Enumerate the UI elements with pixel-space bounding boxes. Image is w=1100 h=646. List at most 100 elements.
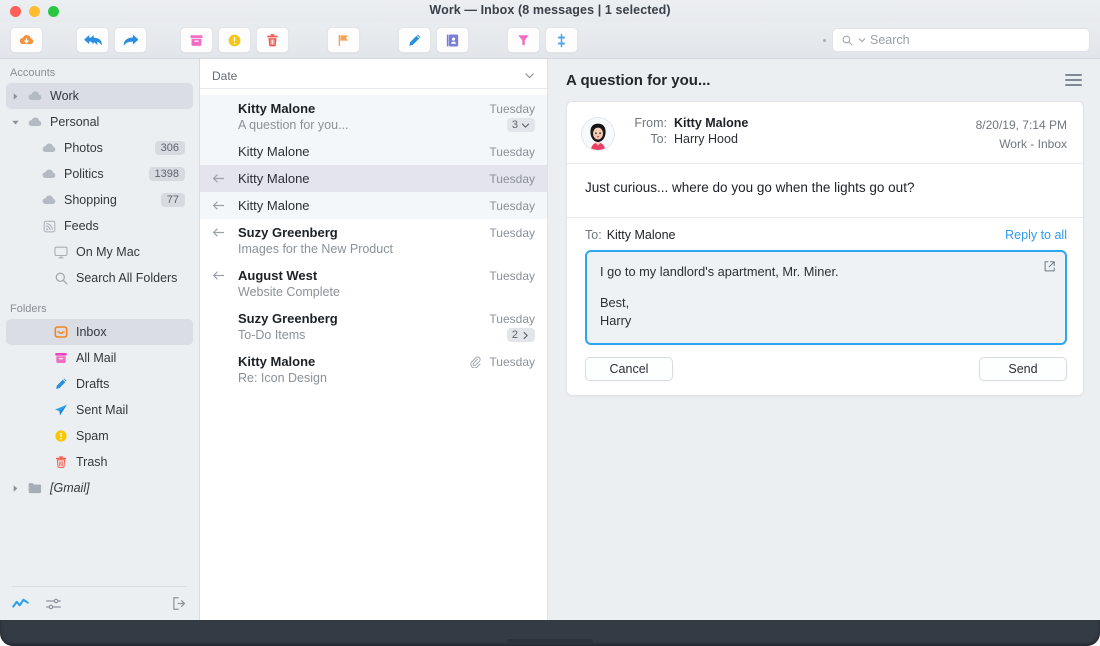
compose-button[interactable] bbox=[398, 27, 431, 53]
delete-button[interactable] bbox=[256, 27, 289, 53]
from-row: From: Kitty Malone bbox=[625, 116, 966, 130]
search-icon-wrap bbox=[50, 271, 72, 286]
get-mail-button[interactable] bbox=[10, 27, 43, 53]
reply-to-value[interactable]: Kitty Malone bbox=[607, 228, 1005, 242]
forward-button[interactable] bbox=[114, 27, 147, 53]
row-primary: August West Tuesday bbox=[212, 268, 535, 283]
settings-sliders-icon[interactable] bbox=[45, 597, 62, 611]
sidebar-item-label: Spam bbox=[76, 429, 109, 443]
archive-box-icon bbox=[190, 34, 203, 46]
sidebar-item-shopping[interactable]: Shopping 77 bbox=[6, 187, 193, 213]
sender-name: August West bbox=[238, 268, 318, 283]
sidebar-item-work[interactable]: Work bbox=[6, 83, 193, 109]
replied-arrow-icon bbox=[212, 174, 225, 183]
sender-name: Kitty Malone bbox=[238, 101, 316, 116]
spam-alert-icon bbox=[55, 430, 67, 442]
reading-pane: A question for you... From: Kitty Malone… bbox=[548, 59, 1100, 620]
draft-line-2: Best, bbox=[600, 295, 630, 311]
reply-recipient-row: To: Kitty Malone Reply to all bbox=[585, 228, 1067, 242]
message-date: Tuesday bbox=[489, 225, 535, 240]
chevron-down-icon[interactable] bbox=[524, 70, 535, 81]
sidebar-item-gmail[interactable]: [Gmail] bbox=[6, 475, 193, 501]
table-row[interactable]: Kitty Malone Tuesday bbox=[200, 192, 547, 219]
popout-icon[interactable] bbox=[1043, 260, 1056, 278]
reply-all-button[interactable] bbox=[76, 27, 109, 53]
disclosure-triangle[interactable] bbox=[6, 484, 24, 493]
sort-column-label: Date bbox=[212, 68, 238, 83]
table-row[interactable]: Kitty Malone Tuesday Re: Icon Design bbox=[200, 348, 547, 391]
chevron-right-icon[interactable] bbox=[11, 92, 20, 101]
reply-to-label: To: bbox=[585, 228, 602, 243]
row-secondary: Re: Icon Design bbox=[212, 371, 535, 385]
thread-count-badge[interactable]: 2 bbox=[506, 328, 535, 342]
reply-composer[interactable]: I go to my landlord's apartment, Mr. Min… bbox=[585, 250, 1067, 345]
hamburger-menu-icon[interactable] bbox=[1061, 70, 1086, 91]
sidebar-list: Accounts Work Personal Photos 306 Politics 139… bbox=[0, 59, 199, 586]
sidebar-item-trash[interactable]: Trash bbox=[6, 449, 193, 475]
row-primary: Suzy Greenberg Tuesday bbox=[212, 311, 535, 326]
timestamp: 8/20/19, 7:14 PM bbox=[975, 118, 1067, 132]
sort-button[interactable] bbox=[545, 27, 578, 53]
sidebar-item-sent-mail[interactable]: Sent Mail bbox=[6, 397, 193, 423]
thread-count-badge[interactable]: 3 bbox=[506, 118, 535, 132]
disclosure-triangle[interactable] bbox=[6, 118, 24, 127]
reply-to-all-link[interactable]: Reply to all bbox=[1005, 228, 1067, 242]
reply-zone: To: Kitty Malone Reply to all I go to my… bbox=[567, 217, 1083, 395]
search-input[interactable]: Search bbox=[832, 28, 1090, 52]
main-body: Accounts Work Personal Photos 306 Politics 139… bbox=[0, 59, 1100, 620]
filter-button[interactable] bbox=[507, 27, 540, 53]
logout-icon[interactable] bbox=[171, 596, 187, 611]
row-secondary: A question for you... 3 bbox=[212, 118, 535, 132]
cloud-icon bbox=[42, 143, 56, 152]
disclosure-triangle[interactable] bbox=[6, 92, 24, 101]
chevron-down-icon[interactable] bbox=[11, 118, 20, 127]
sidebar-item-politics[interactable]: Politics 1398 bbox=[6, 161, 193, 187]
to-value[interactable]: Harry Hood bbox=[674, 132, 738, 146]
sidebar-item-inbox[interactable]: Inbox bbox=[6, 319, 193, 345]
send-button[interactable]: Send bbox=[979, 356, 1067, 381]
sidebar-section-title: Folders bbox=[10, 303, 47, 315]
archive-button[interactable] bbox=[180, 27, 213, 53]
activity-icon[interactable] bbox=[12, 597, 29, 611]
row-primary: Kitty Malone Tuesday bbox=[212, 171, 535, 186]
table-row[interactable]: Suzy Greenberg Tuesday Images for the New … bbox=[200, 219, 547, 262]
chevron-down-icon[interactable] bbox=[521, 121, 530, 130]
message-list: Date Kitty Malone Tuesday A question for y… bbox=[200, 59, 548, 620]
table-row[interactable]: August West Tuesday Website Complete bbox=[200, 262, 547, 305]
row-status-icon bbox=[212, 200, 238, 211]
sidebar-item-spam[interactable]: Spam bbox=[6, 423, 193, 449]
sidebar-item-personal[interactable]: Personal bbox=[6, 109, 193, 135]
sidebar-item-label: On My Mac bbox=[76, 245, 140, 259]
chevron-right-icon[interactable] bbox=[11, 484, 20, 493]
spam-alert-icon bbox=[228, 34, 241, 46]
monitor-icon bbox=[54, 246, 68, 258]
unread-badge: 77 bbox=[160, 193, 185, 207]
chevron-down-icon[interactable] bbox=[858, 36, 866, 44]
sidebar-item-on-my-mac[interactable]: On My Mac bbox=[6, 239, 193, 265]
sidebar-item-feeds[interactable]: Feeds bbox=[6, 213, 193, 239]
sidebar-item-search-all-folders[interactable]: Search All Folders bbox=[6, 265, 193, 291]
sidebar-item-label: Inbox bbox=[76, 325, 107, 339]
chevron-right-icon[interactable] bbox=[521, 331, 530, 340]
sidebar-item-all-mail[interactable]: All Mail bbox=[6, 345, 193, 371]
table-row[interactable]: Kitty Malone Tuesday bbox=[200, 138, 547, 165]
message-header: From: Kitty Malone To: Harry Hood 8/20/1… bbox=[567, 102, 1083, 163]
from-value[interactable]: Kitty Malone bbox=[674, 116, 748, 130]
contacts-button[interactable] bbox=[436, 27, 469, 53]
to-label: To: bbox=[650, 132, 667, 146]
message-subject: A question for you... bbox=[238, 118, 349, 132]
table-row[interactable]: Kitty Malone Tuesday A question for you...… bbox=[200, 95, 547, 138]
spam-button[interactable] bbox=[218, 27, 251, 53]
cancel-button[interactable]: Cancel bbox=[585, 356, 673, 381]
sidebar-item-drafts[interactable]: Drafts bbox=[6, 371, 193, 397]
table-row[interactable]: Suzy Greenberg Tuesday To-Do Items 2 bbox=[200, 305, 547, 348]
table-row[interactable]: Kitty Malone Tuesday bbox=[200, 165, 547, 192]
search-area: Search bbox=[823, 28, 1090, 52]
paper-plane-icon-wrap bbox=[50, 402, 72, 418]
message-list-header[interactable]: Date bbox=[200, 63, 547, 89]
row-primary: Kitty Malone Tuesday bbox=[212, 198, 535, 213]
reading-pane-header: A question for you... bbox=[548, 59, 1100, 101]
unread-badge: 1398 bbox=[148, 167, 185, 181]
flag-button[interactable] bbox=[327, 27, 360, 53]
sidebar-item-photos[interactable]: Photos 306 bbox=[6, 135, 193, 161]
